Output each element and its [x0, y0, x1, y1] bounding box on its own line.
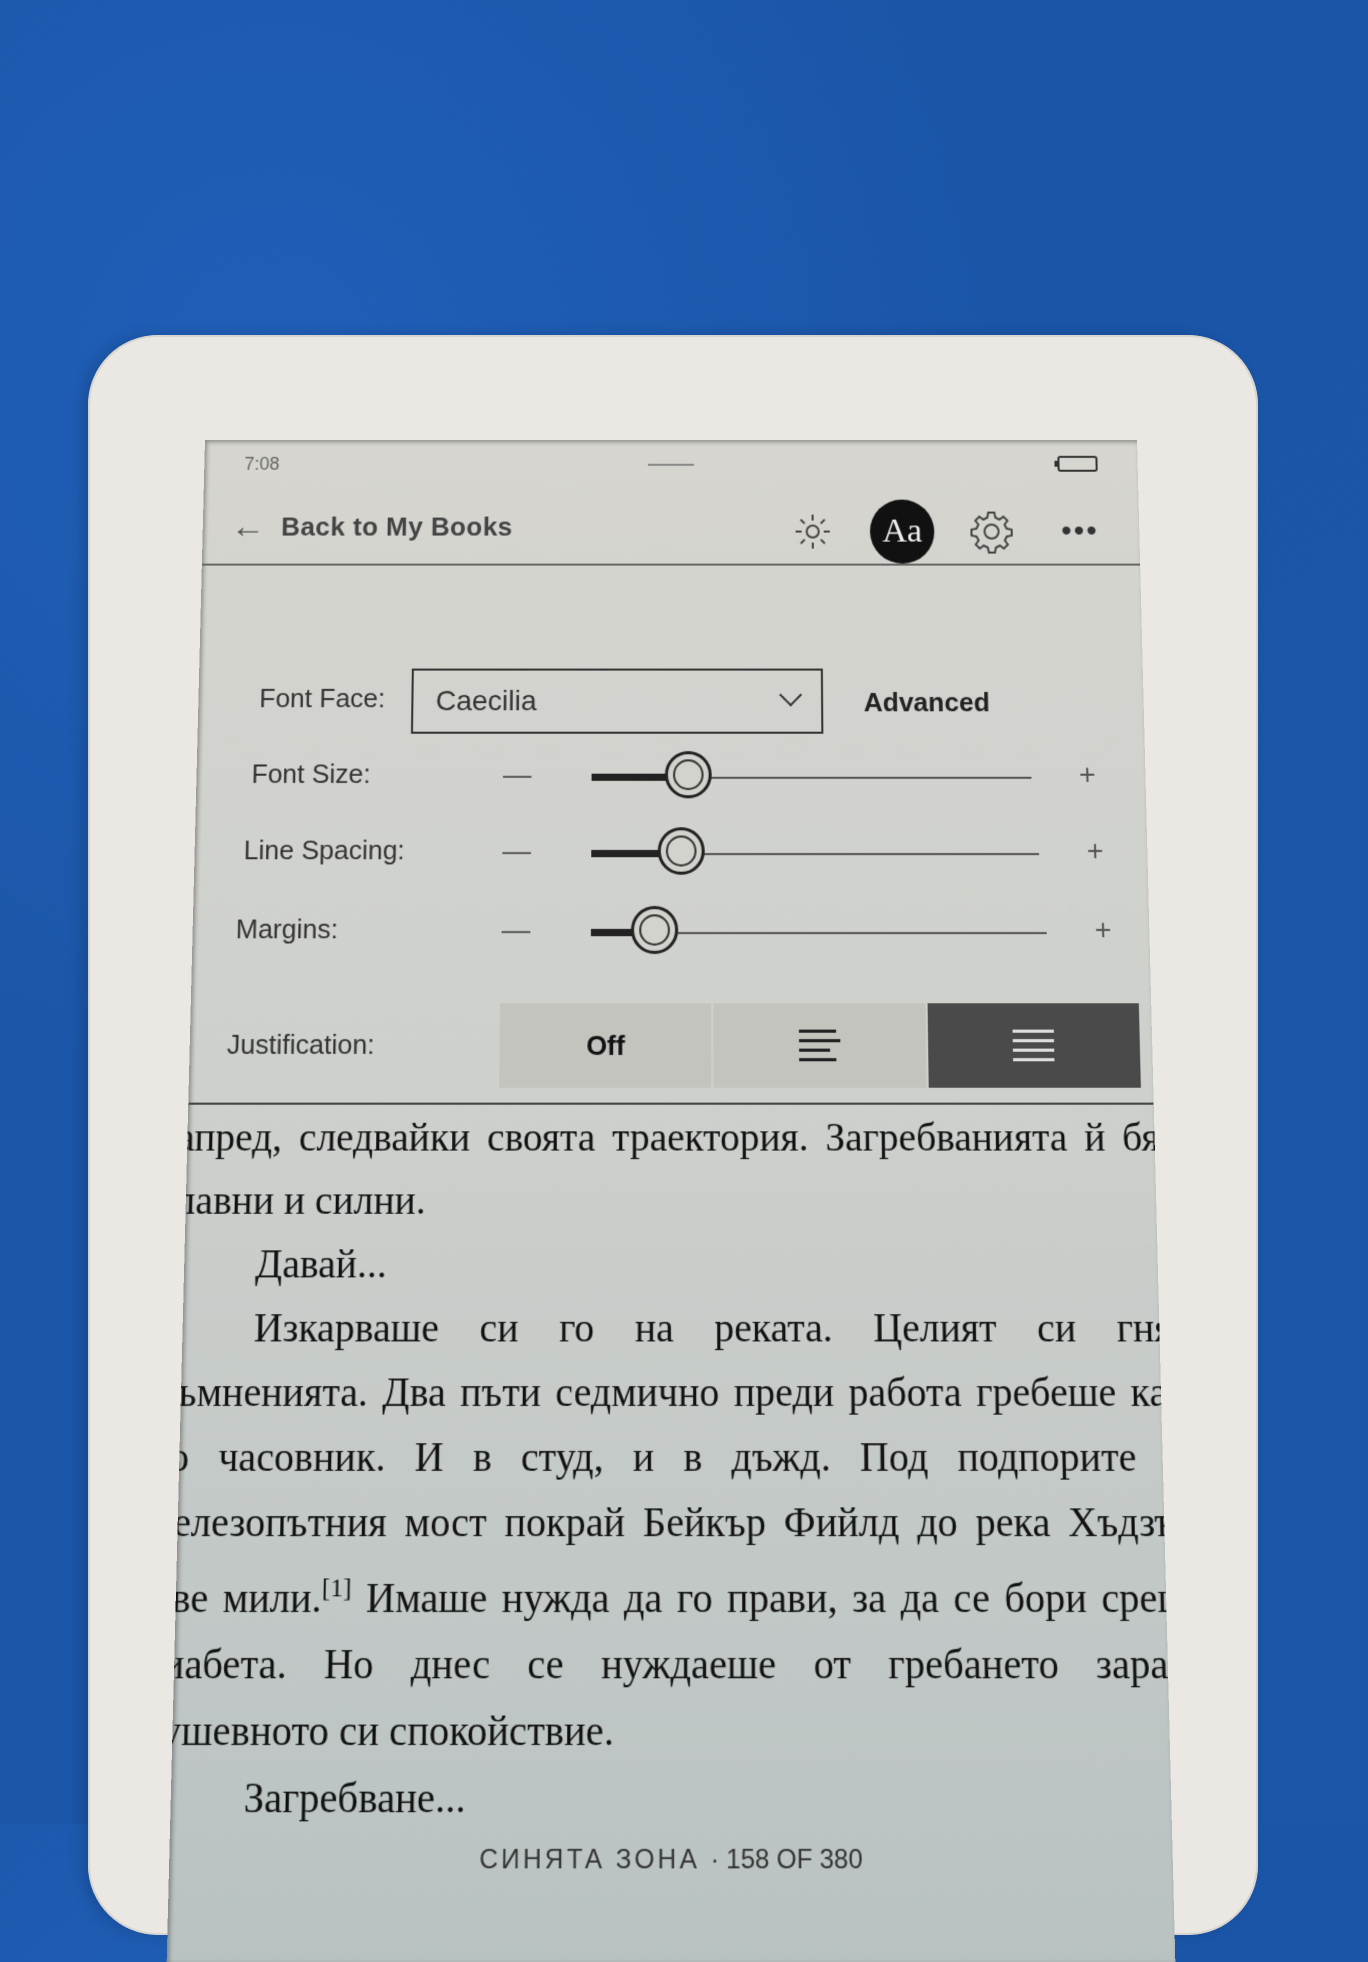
font-settings-icon: Aa — [882, 513, 922, 551]
justification-off-option[interactable]: Off — [499, 1003, 712, 1087]
margins-track[interactable] — [591, 932, 1047, 934]
justification-left-option[interactable] — [714, 1003, 927, 1087]
paragraph: напред, следвайки своята траектория. Заг… — [167, 1107, 1176, 1233]
line-spacing-label: Line Spacing: — [243, 834, 405, 866]
justification-toggle: Off — [499, 1003, 1141, 1087]
footnote-link[interactable]: [1] — [322, 1574, 352, 1603]
justification-off-label: Off — [586, 1029, 625, 1062]
chevron-down-icon — [779, 683, 802, 706]
paragraph: Давай... — [167, 1233, 1176, 1297]
settings-button[interactable] — [960, 501, 1023, 563]
line-spacing-increase-button[interactable]: + — [1080, 834, 1111, 867]
pull-down-handle[interactable] — [648, 464, 694, 466]
font-size-track[interactable] — [592, 777, 1032, 779]
top-bar: ← Back to My Books Aa — [230, 500, 1112, 566]
brightness-button[interactable] — [781, 501, 844, 563]
panel-divider — [168, 1103, 1175, 1105]
font-settings-button[interactable]: Aa — [870, 500, 935, 564]
line-spacing-decrease-button[interactable]: — — [501, 834, 532, 867]
book-text: напред, следвайки своята траектория. Заг… — [167, 1107, 1176, 1833]
justification-label: Justification: — [227, 1029, 375, 1062]
font-size-decrease-button[interactable]: — — [502, 758, 533, 791]
font-settings-panel: Font Face: Caecilia Advanced Font Size: … — [188, 566, 1153, 1103]
arrow-left-icon: ← — [231, 510, 266, 544]
line-spacing-thumb[interactable] — [657, 827, 704, 875]
margins-decrease-button[interactable]: — — [500, 913, 531, 946]
font-size-slider[interactable]: — + — [502, 752, 1104, 803]
clock: 7:08 — [244, 454, 280, 475]
left-align-icon — [799, 1030, 841, 1062]
justify-icon — [1013, 1030, 1055, 1062]
font-size-thumb[interactable] — [665, 751, 712, 798]
back-to-my-books-button[interactable]: ← Back to My Books — [231, 510, 513, 544]
gear-icon — [969, 510, 1014, 554]
font-face-label: Font Face: — [259, 683, 386, 715]
advanced-button[interactable]: Advanced — [864, 687, 990, 719]
line-spacing-slider[interactable]: — + — [501, 828, 1111, 880]
back-label: Back to My Books — [281, 511, 513, 542]
font-size-increase-button[interactable]: + — [1072, 758, 1103, 791]
paragraph: Загребване... — [167, 1765, 1176, 1832]
brightness-icon — [792, 512, 833, 552]
margins-label: Margins: — [235, 913, 338, 945]
status-bar: 7:08 — [244, 454, 1098, 478]
margins-increase-button[interactable]: + — [1087, 913, 1119, 946]
ereader-screen: 7:08 ← Back to My Books — [167, 440, 1176, 1962]
justification-full-option[interactable] — [927, 1003, 1141, 1087]
more-button[interactable]: ••• — [1048, 501, 1112, 563]
font-face-value: Caecilia — [436, 685, 537, 718]
margins-slider[interactable]: — + — [500, 907, 1119, 959]
more-icon: ••• — [1061, 515, 1099, 549]
line-spacing-track[interactable] — [591, 853, 1039, 855]
paragraph: Изкарваше си го на реката. Целият си гня… — [167, 1297, 1176, 1765]
battery-icon — [1057, 456, 1097, 472]
page-footer: СИНЯТА ЗОНА · 158 OF 380 — [169, 1844, 1173, 1876]
margins-thumb[interactable] — [631, 906, 678, 954]
page-indicator: · 158 OF 380 — [710, 1844, 862, 1875]
font-face-dropdown[interactable]: Caecilia — [411, 669, 823, 734]
font-size-label: Font Size: — [251, 758, 371, 790]
book-title: СИНЯТА ЗОНА — [479, 1844, 700, 1875]
